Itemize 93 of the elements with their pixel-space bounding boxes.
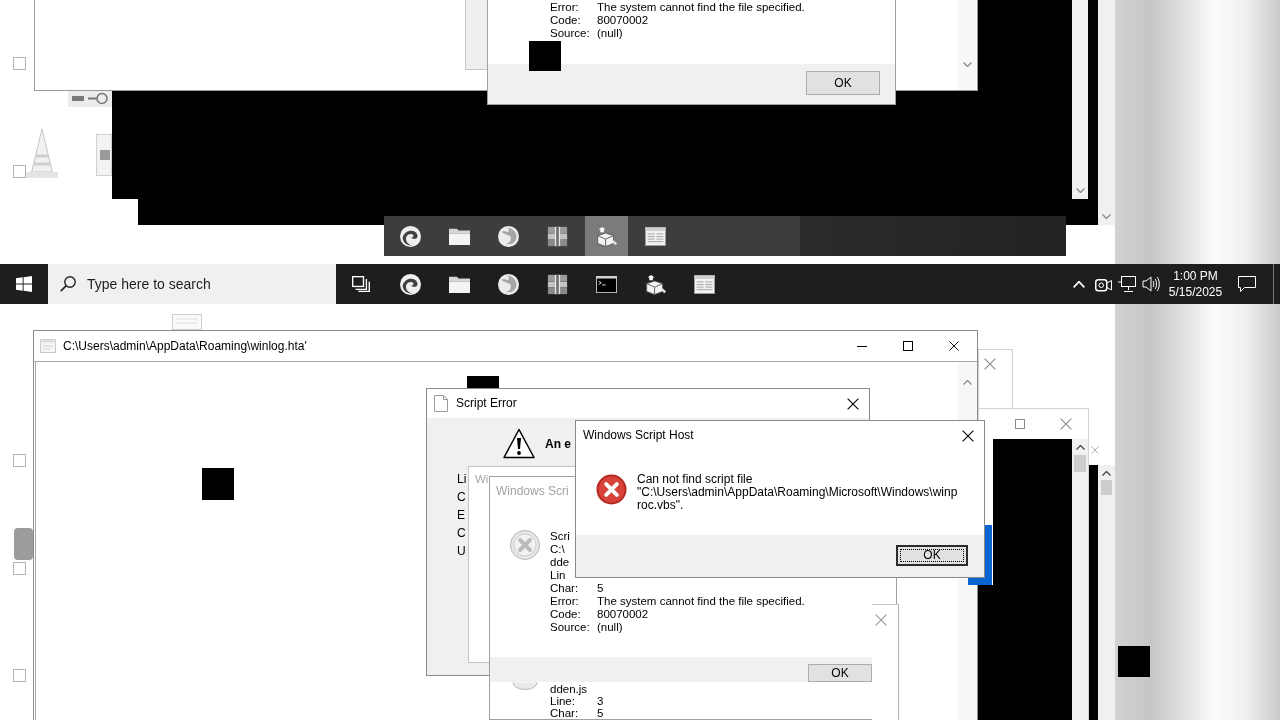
- chevron-up-icon[interactable]: [1075, 445, 1085, 450]
- field-label: Char:: [550, 707, 579, 719]
- document-icon: [694, 274, 715, 294]
- field-value: 80070002: [597, 608, 649, 621]
- notification-icon[interactable]: [1238, 276, 1256, 292]
- chevron-down-icon[interactable]: [1075, 188, 1085, 193]
- window-icon: [40, 339, 56, 353]
- field-label: C: [457, 489, 466, 506]
- search-field[interactable]: Type here to search: [48, 264, 336, 304]
- ok-button[interactable]: OK: [806, 71, 880, 95]
- close-icon[interactable]: [962, 429, 974, 442]
- camera-icon[interactable]: [1094, 276, 1112, 292]
- field-label: Code:: [550, 608, 581, 621]
- field-label: E: [457, 507, 465, 524]
- start-icon: [16, 276, 32, 292]
- scrollbar[interactable]: [1098, 465, 1115, 720]
- browser-icon: [400, 273, 421, 295]
- close-icon[interactable]: [847, 397, 859, 410]
- scrollbar-thumb[interactable]: [1100, 480, 1113, 495]
- dialog-text: dde: [550, 556, 570, 569]
- page-icon: [434, 395, 448, 412]
- field-value: 3: [597, 695, 604, 707]
- app-tile-icon: [14, 528, 33, 560]
- scrollbar[interactable]: [1072, 439, 1088, 720]
- field-label: Source:: [550, 27, 590, 40]
- ok-button[interactable]: OK: [808, 664, 872, 682]
- field-value: The system cannot find the file specified.: [597, 595, 805, 608]
- glitch-block: [529, 41, 561, 71]
- terminal-icon: [596, 275, 617, 293]
- folder-icon: [449, 227, 470, 245]
- chevron-up-icon[interactable]: [1102, 471, 1111, 476]
- dialog-title: Windows Script Host: [583, 429, 694, 442]
- field-label: Li: [457, 471, 467, 488]
- field-label: Char:: [550, 582, 579, 595]
- ok-button[interactable]: OK: [896, 545, 968, 566]
- network-icon[interactable]: [1118, 276, 1136, 292]
- field-label: C: [457, 525, 466, 542]
- field-label: U: [457, 543, 466, 560]
- scrollbar[interactable]: [1072, 0, 1088, 199]
- warning-icon: [503, 428, 535, 460]
- field-label: Code:: [550, 14, 581, 27]
- dialog-title: Script Error: [456, 397, 517, 410]
- minimize-icon[interactable]: [857, 345, 867, 347]
- field-label: Source:: [550, 621, 590, 634]
- field-value: 5: [597, 582, 604, 595]
- glitch-block: [1118, 646, 1150, 677]
- close-icon[interactable]: [949, 341, 959, 351]
- browser-icon: [498, 225, 519, 247]
- faded-error-icon: [510, 530, 540, 560]
- dialog-text: Lin: [550, 569, 566, 582]
- archive-icon: [547, 273, 568, 295]
- dialog-text: dden.js: [550, 683, 588, 695]
- archive-icon: [547, 225, 568, 247]
- field-value: (null): [597, 621, 623, 634]
- field-value: 5: [597, 707, 604, 719]
- maximize-icon[interactable]: [903, 341, 913, 351]
- folder-icon: [449, 275, 470, 293]
- box-icon: [644, 273, 667, 295]
- browser-icon: [498, 273, 519, 295]
- speaker-icon[interactable]: [1142, 276, 1160, 292]
- dialog-text: Scri: [550, 530, 570, 543]
- document-icon: [645, 226, 666, 246]
- browser-icon: [400, 225, 421, 247]
- dialog-heading: An e: [545, 437, 571, 451]
- scrollbar[interactable]: [1098, 0, 1115, 225]
- window-title: C:\Users\admin\AppData\Roaming\winlog.hta': [63, 339, 307, 353]
- message-text: Can not find script file "C:\Users\admin\AppData\Roaming\Microsoft\Windows\winp roc.vbs".: [637, 473, 958, 512]
- search-icon: [60, 276, 76, 292]
- clock-button[interactable]: 1:00 PM 5/15/2025: [1163, 264, 1228, 304]
- box-icon: [595, 225, 618, 247]
- selection-box-icon: [13, 454, 26, 467]
- field-value: (null): [597, 27, 623, 40]
- selection-box-icon: [13, 165, 26, 178]
- scrollbar-thumb[interactable]: [1074, 455, 1086, 472]
- selection-box-icon: [13, 562, 26, 575]
- traffic-cone-icon: [26, 128, 58, 178]
- dialog-text: C:\: [550, 543, 565, 556]
- chevron-down-icon[interactable]: [962, 62, 972, 67]
- field-label: Error:: [550, 595, 579, 608]
- field-label: Error:: [550, 1, 579, 14]
- task-view-icon: [352, 276, 370, 292]
- image-tile-icon: [96, 134, 112, 176]
- field-value: The system cannot find the file specified.: [597, 1, 805, 14]
- field-value: 80070002: [597, 14, 649, 27]
- error-icon: [596, 474, 627, 505]
- glitch-block: [202, 468, 234, 500]
- field-label: Line:: [550, 695, 575, 707]
- chevron-down-icon[interactable]: [1102, 214, 1111, 219]
- dialog-title: Wi: [475, 473, 489, 486]
- dialog-title: Windows Scri: [496, 485, 569, 498]
- selection-box-icon: [13, 669, 26, 682]
- selection-box-icon: [13, 57, 26, 70]
- scrollbar[interactable]: [957, 0, 977, 90]
